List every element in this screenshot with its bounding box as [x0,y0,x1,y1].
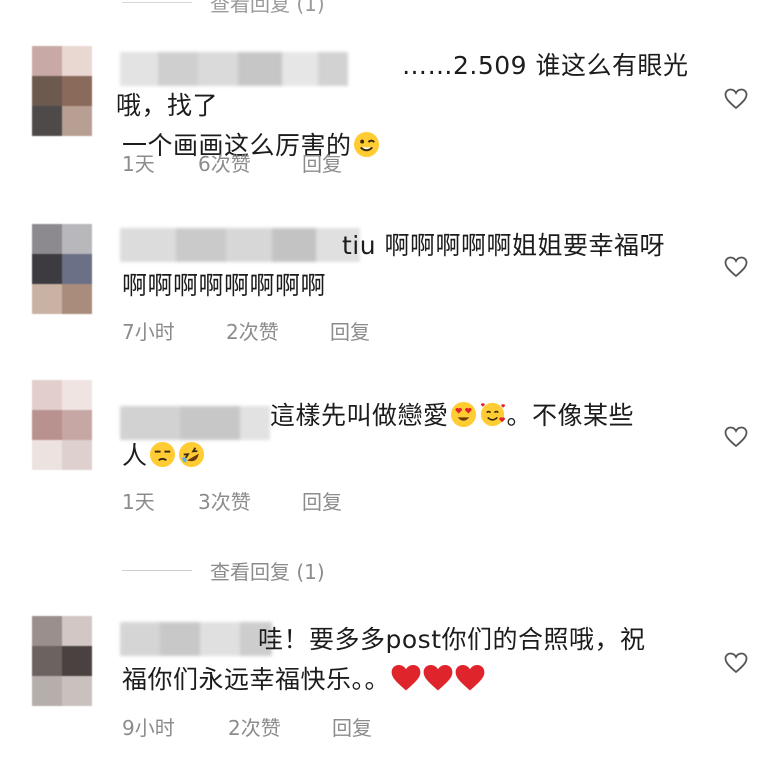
avatar[interactable] [32,224,92,314]
comment-text-line1: 這樣先叫做戀愛 [270,401,449,430]
rolling-laughing-emoji [178,441,204,468]
winking-face-emoji [353,131,379,158]
comment-time: 1天 [122,490,155,514]
divider-line [122,570,192,571]
comment-likes[interactable]: 2次赞 [226,316,330,345]
view-replies-link[interactable]: 查看回复 (1) [122,556,325,585]
heart-outline-icon[interactable] [724,256,748,278]
comment-meta: 9小时 2次赞 回复 [122,712,372,741]
comment-text: 這樣先叫做戀愛 。不像某些 人 [122,396,722,476]
comment-likes[interactable]: 2次赞 [228,712,332,741]
comment-likes[interactable]: 6次赞 [198,148,302,177]
comment-text-line2: 啊啊啊啊啊啊啊啊 [122,271,327,300]
smiling-face-with-hearts-emoji [480,402,505,427]
avatar[interactable] [32,616,92,706]
heart-outline-icon[interactable] [724,88,748,110]
unamused-face-emoji [149,441,175,468]
comment-text: 哇！要多多post你们的合照哦，祝 福你们永远幸福快乐。。 [122,620,722,700]
comment-meta: 7小时 2次赞 回复 [122,316,370,345]
avatar[interactable] [32,46,92,136]
reply-button[interactable]: 回复 [302,148,342,177]
comment-meta: 1天 3次赞 回复 [122,486,342,515]
comment-likes[interactable]: 3次赞 [198,486,302,515]
divider-line [122,2,192,3]
heart-outline-icon[interactable] [724,652,748,674]
red-heart-emoji [391,665,421,691]
comment-time: 7小时 [122,320,175,344]
comment-text: tiu 啊啊啊啊啊姐姐要幸福呀 啊啊啊啊啊啊啊啊 [122,226,722,306]
red-heart-emoji [423,665,453,691]
comment-text-line1: tiu 啊啊啊啊啊姐姐要幸福呀 [342,231,666,260]
comment-text-line2: 福你们永远幸福快乐。。 [122,665,391,694]
comment-time: 1天 [122,152,155,176]
view-replies-top[interactable]: 查看回复 (1) [122,0,325,17]
reply-button[interactable]: 回复 [330,316,370,345]
comment-text-line2: 人 [122,441,148,470]
comment-time: 9小时 [122,716,175,740]
view-replies-top-label[interactable]: 查看回复 (1) [210,0,325,17]
comment-list: 查看回复 (1) ……2.509 谁这么有眼光哦，找了 一个画画这么厉害的 1天… [0,0,778,768]
heart-outline-icon[interactable] [724,426,748,448]
comment-text-line1-tail: 。不像某些 [506,401,635,430]
avatar[interactable] [32,380,92,470]
comment-text-line1: ……2.509 谁这么有眼光哦，找了 [116,51,689,120]
reply-button[interactable]: 回复 [332,712,372,741]
red-heart-emoji [455,665,485,691]
heart-eyes-emoji [450,401,476,428]
reply-button[interactable]: 回复 [302,486,342,515]
view-replies-label[interactable]: 查看回复 (1) [210,556,325,585]
comment-text-line1: 哇！要多多post你们的合照哦，祝 [258,625,646,654]
comment-meta: 1天 6次赞 回复 [122,148,342,177]
